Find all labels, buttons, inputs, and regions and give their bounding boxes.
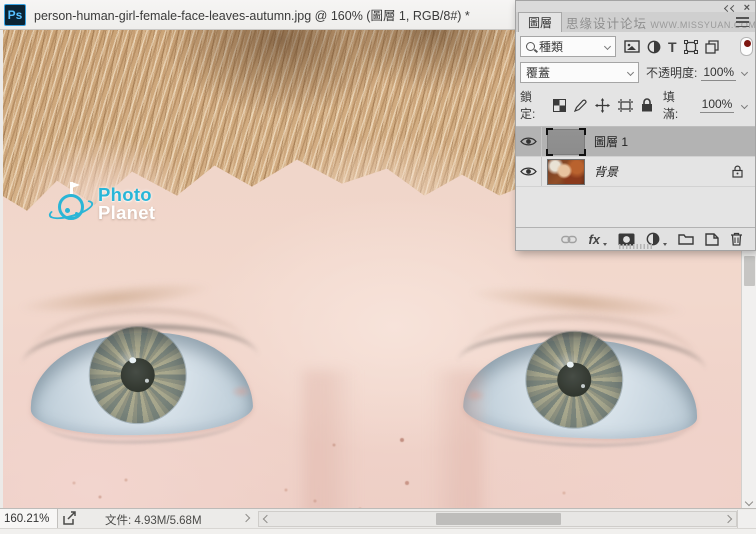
layer-style-icon[interactable]: fx <box>588 232 600 247</box>
scroll-down-arrow-icon[interactable] <box>745 498 753 506</box>
watermark-word-planet: Planet <box>98 204 155 222</box>
filter-toggle-switch[interactable] <box>740 37 753 56</box>
layers-panel-header: × <box>516 1 755 12</box>
layer1-name[interactable]: 圖層 1 <box>594 133 628 150</box>
scroll-left-arrow-icon[interactable] <box>263 515 271 523</box>
visibility-eye-icon[interactable] <box>516 157 542 186</box>
adjustment-layer-filter-icon[interactable] <box>647 40 661 54</box>
zoom-level-value: 160.21% <box>4 513 49 525</box>
layers-panel-tab-row: 圖層 思缘设计论坛 WWW.MISSYUAN.COM <box>516 12 755 32</box>
chevron-down-icon <box>604 43 611 50</box>
zoom-level-field[interactable]: 160.21% <box>0 509 58 528</box>
chevron-down-icon <box>627 69 634 76</box>
photo-nose-shading <box>303 370 483 508</box>
layer-list-empty-area[interactable] <box>516 187 755 227</box>
smart-object-filter-icon[interactable] <box>705 40 719 54</box>
export-icon[interactable] <box>62 511 78 526</box>
planet-logo-icon <box>50 180 92 228</box>
layer-row-layer1[interactable]: 圖層 1 <box>516 127 755 157</box>
scroll-right-arrow-icon[interactable] <box>724 515 732 523</box>
opacity-chevron-icon[interactable] <box>741 69 748 76</box>
horizontal-scrollbar-thumb[interactable] <box>436 513 561 525</box>
fill-chevron-icon[interactable] <box>741 102 748 109</box>
lock-image-pixels-icon[interactable] <box>574 99 587 112</box>
panel-resize-grip[interactable] <box>619 244 653 249</box>
layers-panel: × 圖層 思缘设计论坛 WWW.MISSYUAN.COM 種類 <box>515 0 756 251</box>
delete-layer-icon[interactable] <box>730 232 743 246</box>
layer-row-background[interactable]: 背景 <box>516 157 755 187</box>
shape-layer-filter-icon[interactable] <box>684 40 698 54</box>
visibility-eye-icon[interactable] <box>516 127 542 156</box>
photoshop-window: Ps person-human-girl-female-face-leaves-… <box>0 0 756 534</box>
file-size-info[interactable]: 文件: 4.93M/5.68M <box>105 512 202 528</box>
layer-list: 圖層 1 背景 <box>516 126 755 227</box>
lock-artboard-icon[interactable] <box>618 99 633 112</box>
link-layers-icon[interactable] <box>561 235 577 244</box>
opacity-value[interactable]: 100% <box>701 65 736 81</box>
new-layer-icon[interactable] <box>705 233 719 246</box>
background-layer-name[interactable]: 背景 <box>594 163 618 180</box>
scrollbar-corner <box>737 510 756 528</box>
photo-right-eye <box>460 324 702 450</box>
vertical-scrollbar[interactable] <box>741 250 756 508</box>
type-layer-filter-icon[interactable]: T <box>668 39 677 55</box>
collapse-panels-icon[interactable] <box>725 6 736 11</box>
forum-watermark: 思缘设计论坛 WWW.MISSYUAN.COM <box>566 13 756 32</box>
window-bottom-edge <box>0 528 756 534</box>
fill-value[interactable]: 100% <box>700 97 735 113</box>
status-bar: 160.21% 文件: 4.93M/5.68M <box>0 508 756 528</box>
tab-layers[interactable]: 圖層 <box>518 12 562 32</box>
background-thumbnail[interactable] <box>547 159 585 185</box>
document-title: person-human-girl-female-face-leaves-aut… <box>34 5 470 24</box>
layer1-thumbnail[interactable] <box>547 129 585 155</box>
close-panel-icon[interactable]: × <box>744 4 750 12</box>
vertical-scrollbar-thumb[interactable] <box>744 256 755 286</box>
lock-all-icon[interactable] <box>641 98 653 112</box>
lock-transparent-pixels-icon[interactable] <box>553 99 566 112</box>
status-options-chevron-icon[interactable] <box>242 514 250 522</box>
photoshop-app-icon: Ps <box>4 4 26 26</box>
photo-left-eye <box>26 317 256 447</box>
new-group-icon[interactable] <box>678 233 694 245</box>
photo-freckles <box>3 30 5 32</box>
layers-panel-body: 種類 T <box>516 32 755 227</box>
opacity-label: 不透明度: <box>646 64 697 81</box>
lock-position-icon[interactable] <box>595 98 610 113</box>
photo-planet-watermark: Photo Planet <box>50 180 155 228</box>
lock-label: 鎖定: <box>520 88 545 122</box>
panel-menu-icon[interactable] <box>736 17 749 27</box>
fill-label: 填滿: <box>663 88 688 122</box>
layer-filter-kind-dropdown[interactable]: 種類 <box>520 36 616 57</box>
adjustment-menu-triangle <box>663 243 667 246</box>
blend-mode-dropdown[interactable]: 覆蓋 <box>520 62 639 83</box>
pixel-layer-filter-icon[interactable] <box>624 40 640 53</box>
horizontal-scrollbar[interactable] <box>258 511 737 527</box>
background-lock-icon <box>732 165 743 178</box>
search-icon <box>526 42 535 51</box>
layer-style-menu-triangle <box>603 243 607 246</box>
